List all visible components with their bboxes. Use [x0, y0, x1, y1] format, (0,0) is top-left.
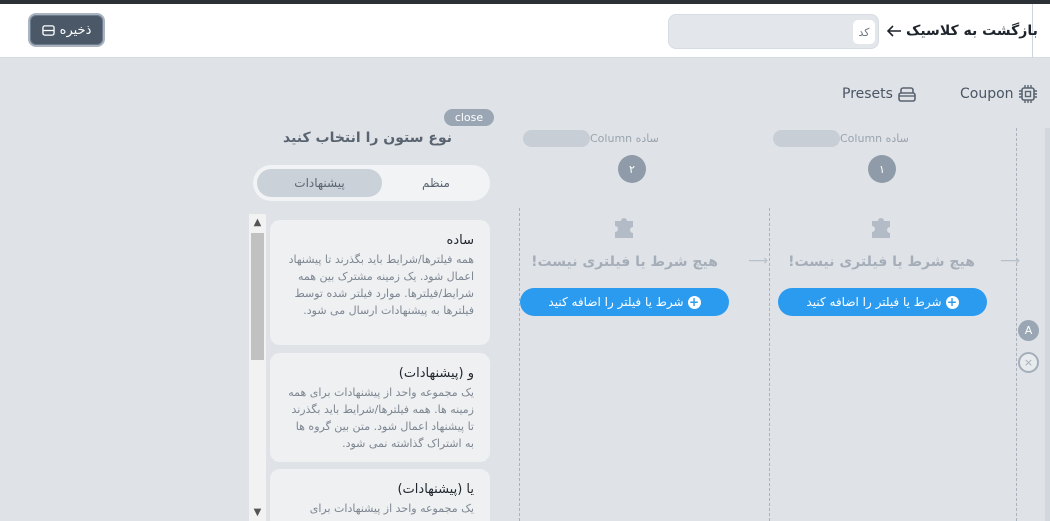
column-type-card[interactable]: ساده همه فیلترها/شرایط باید بگذرند تا پی…	[270, 220, 490, 345]
code-input[interactable]: کد	[668, 14, 879, 49]
canvas-scrollbar[interactable]	[1045, 128, 1050, 521]
flow-arrow-icon: ⟶	[748, 253, 769, 269]
remove-icon[interactable]: ×	[1018, 352, 1039, 373]
column-number-badge[interactable]: ۲	[618, 155, 646, 183]
card-title: و (پیشنهادات)	[398, 366, 474, 381]
card-title: یا (پیشنهادات)	[397, 482, 474, 497]
code-tag: کد	[853, 20, 875, 44]
add-condition-label: شرط یا فیلتر را اضافه کنید	[806, 295, 942, 309]
panel-scrollbar[interactable]: ▲ ▼	[249, 214, 266, 521]
column-type-segmented-control: منظم پیشنهادات	[253, 165, 490, 201]
puzzle-icon	[615, 218, 633, 238]
column-number-badge[interactable]: ۱	[868, 155, 896, 183]
add-condition-label: شرط یا فیلتر را اضافه کنید	[548, 295, 684, 309]
coupon-label: Coupon	[960, 86, 1014, 102]
presets-label: Presets	[842, 86, 893, 102]
puzzle-icon	[872, 218, 890, 238]
arrow-left-icon	[886, 25, 901, 37]
panel-title: نوع ستون را انتخاب کنید	[282, 130, 452, 146]
column-type-card[interactable]: یا (پیشنهادات) یک مجموعه واحد از پیشنهاد…	[270, 469, 490, 521]
column-name-pill[interactable]	[523, 130, 590, 147]
card-description: یک مجموعه واحد از پیشنهادات برای همه زمی…	[288, 386, 474, 450]
save-label: ذخیره	[59, 22, 92, 38]
column-divider	[769, 208, 770, 521]
segment-suggestions[interactable]: پیشنهادات	[257, 169, 382, 197]
flow-arrow-icon: ⟶	[1000, 253, 1021, 269]
card-description: همه فیلترها/شرایط باید بگذرند تا پیشنهاد…	[288, 253, 474, 317]
close-button[interactable]: close	[444, 109, 494, 126]
tab-presets[interactable]: Presets	[842, 84, 917, 104]
column-type: ساده	[635, 132, 659, 145]
column-divider	[1016, 128, 1017, 521]
tab-coupon[interactable]: Coupon	[960, 84, 1038, 104]
plus-icon: +	[687, 294, 701, 309]
segment-regular[interactable]: منظم	[386, 169, 486, 197]
column-2-label: ساده Column	[590, 132, 659, 145]
chip-icon	[1018, 85, 1037, 103]
empty-state-text: هیچ شرط یا فیلتری نیست!	[531, 254, 718, 270]
column-type: ساده	[885, 132, 909, 145]
scroll-up-icon[interactable]: ▲	[249, 214, 266, 231]
column-1-label: ساده Column	[840, 132, 909, 145]
scroll-down-icon[interactable]: ▼	[249, 504, 266, 521]
card-description: یک مجموعه واحد از پیشنهادات برای	[309, 502, 474, 515]
add-condition-button[interactable]: + شرط یا فیلتر را اضافه کنید	[520, 288, 729, 316]
stack-icon	[898, 87, 916, 102]
column-type-card[interactable]: و (پیشنهادات) یک مجموعه واحد از پیشنهادا…	[270, 353, 490, 462]
add-column-badge[interactable]: A	[1018, 320, 1039, 341]
back-label: بازگشت به کلاسیک	[906, 23, 1038, 39]
save-icon	[41, 24, 55, 36]
column-name: Column	[840, 132, 883, 145]
column-name: Column	[590, 132, 633, 145]
scroll-thumb[interactable]	[251, 233, 264, 360]
empty-state-text: هیچ شرط یا فیلتری نیست!	[788, 254, 975, 270]
back-to-classic-link[interactable]: بازگشت به کلاسیک	[886, 20, 1038, 42]
plus-icon: +	[945, 294, 959, 309]
card-title: ساده	[446, 233, 474, 248]
column-name-pill[interactable]	[773, 130, 840, 147]
add-condition-button[interactable]: + شرط یا فیلتر را اضافه کنید	[778, 288, 987, 316]
save-button[interactable]: ذخیره	[28, 13, 105, 47]
